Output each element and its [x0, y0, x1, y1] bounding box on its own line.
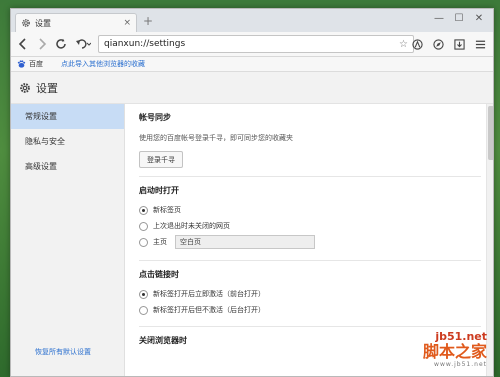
radio-label: 新标签打开后立即激活（前台打开）	[153, 290, 265, 298]
bookmark-import-link[interactable]: 点此导入其他浏览器的收藏	[61, 59, 145, 69]
divider	[139, 326, 481, 327]
tab-title: 设置	[35, 18, 51, 28]
section-link-click: 点击链接时 新标签打开后立即激活（前台打开） 新标签打开后但不激活（后台打开）	[139, 269, 493, 318]
sidebar-item-label: 高级设置	[25, 162, 57, 171]
sidebar-item-privacy[interactable]: 隐私与安全	[11, 129, 124, 154]
radio-button[interactable]	[139, 237, 148, 247]
new-tab-button[interactable]: +	[143, 14, 153, 28]
browser-window: 设置 × + — ☐ ✕ qianxun://settings ☆ 百度 点此导…	[10, 8, 494, 377]
page-title: 设置	[36, 81, 58, 95]
radio-label: 新标签页	[153, 206, 181, 214]
undo-icon	[76, 39, 91, 49]
section-title: 启动时打开	[139, 186, 179, 195]
reload-button[interactable]	[53, 36, 69, 52]
sync-description: 使用您的百度帐号登录千寻，即可同步您的收藏夹	[139, 134, 293, 142]
radio-label: 主页	[153, 238, 167, 246]
tab-close-icon[interactable]: ×	[123, 18, 131, 28]
menu-icon	[475, 40, 485, 48]
sidebar-item-label: 常规设置	[25, 112, 57, 121]
settings-header: 设置	[11, 72, 493, 104]
compass-icon	[432, 38, 444, 50]
radio-button[interactable]	[139, 305, 148, 315]
watermark-logo: 脚本之家	[422, 342, 487, 361]
maximize-button[interactable]: ☐	[449, 11, 469, 27]
radio-button[interactable]	[139, 205, 148, 215]
section-account-sync: 帐号同步 使用您的百度帐号登录千寻，即可同步您的收藏夹 登录千寻	[139, 112, 493, 168]
scrollbar-thumb[interactable]	[488, 106, 493, 160]
section-title: 点击链接时	[139, 270, 179, 279]
settings-sidebar: 常规设置 隐私与安全 高级设置 恢复所有默认设置	[11, 104, 125, 376]
radio-label: 上次退出时未关闭的网页	[153, 222, 230, 230]
back-button[interactable]	[15, 36, 31, 52]
close-window-button[interactable]: ✕	[469, 11, 489, 27]
account-icon	[411, 38, 423, 50]
tab-bar: 设置 × + — ☐ ✕	[11, 9, 493, 32]
divider	[139, 260, 481, 261]
download-button[interactable]	[450, 36, 468, 52]
radio-label: 新标签打开后但不激活（后台打开）	[153, 306, 265, 314]
baidu-icon	[17, 60, 26, 68]
sidebar-item-advanced[interactable]: 高级设置	[11, 154, 124, 179]
link-option-foreground[interactable]: 新标签打开后立即激活（前台打开）	[139, 286, 493, 302]
section-title: 帐号同步	[139, 113, 171, 122]
compass-button[interactable]	[429, 36, 447, 52]
account-button[interactable]	[408, 36, 426, 52]
login-button[interactable]: 登录千寻	[139, 151, 183, 168]
startup-option-newtab[interactable]: 新标签页	[139, 202, 493, 218]
gear-icon	[20, 82, 30, 93]
menu-button[interactable]	[471, 36, 489, 52]
section-startup: 启动时打开 新标签页 上次退出时未关闭的网页 主页 空白页	[139, 185, 493, 250]
sidebar-item-label: 隐私与安全	[25, 137, 65, 146]
gear-icon	[22, 19, 30, 27]
bookmarks-bar: 百度 点此导入其他浏览器的收藏	[11, 57, 493, 72]
link-option-background[interactable]: 新标签打开后但不激活（后台打开）	[139, 302, 493, 318]
minimize-button[interactable]: —	[429, 11, 449, 27]
reload-icon	[56, 38, 66, 49]
scrollbar[interactable]	[486, 104, 493, 376]
address-bar[interactable]: qianxun://settings ☆	[98, 35, 414, 53]
reset-defaults-link[interactable]: 恢复所有默认设置	[35, 347, 91, 357]
startup-option-homepage[interactable]: 主页 空白页	[139, 234, 493, 250]
homepage-input[interactable]: 空白页	[175, 235, 315, 249]
radio-button[interactable]	[139, 289, 148, 299]
forward-button[interactable]	[34, 36, 50, 52]
window-controls: — ☐ ✕	[429, 11, 489, 27]
startup-option-restore[interactable]: 上次退出时未关闭的网页	[139, 218, 493, 234]
undo-close-button[interactable]	[72, 36, 94, 52]
watermark: jb51.net 脚本之家 www.jb51.net	[387, 330, 487, 372]
divider	[139, 176, 481, 177]
tab-settings[interactable]: 设置 ×	[15, 13, 137, 32]
bookmark-baidu[interactable]: 百度	[29, 59, 43, 69]
download-icon	[453, 38, 465, 50]
toolbar-right-tools	[405, 36, 489, 52]
back-arrow-icon	[18, 38, 26, 50]
sidebar-item-general[interactable]: 常规设置	[11, 104, 124, 129]
radio-button[interactable]	[139, 221, 148, 231]
watermark-sub: www.jb51.net	[434, 361, 487, 368]
address-url[interactable]: qianxun://settings	[104, 39, 399, 49]
forward-arrow-icon	[39, 38, 47, 50]
